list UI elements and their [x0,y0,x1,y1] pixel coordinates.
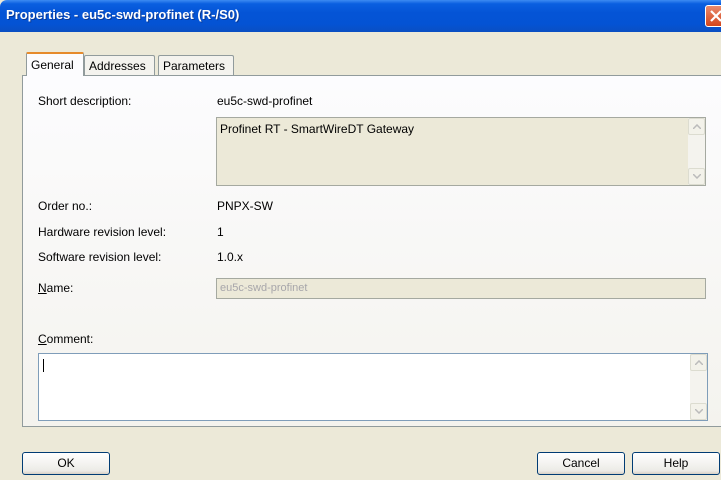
tab-label: General [31,58,74,72]
hardware-revision-value: 1 [217,225,224,239]
short-description-value: eu5c-swd-profinet [217,94,313,108]
scroll-down-button[interactable] [690,403,707,420]
hardware-revision-label: Hardware revision level: [38,225,167,239]
tab-general[interactable]: General [26,52,84,76]
ok-button[interactable]: OK [22,452,110,475]
comment-textarea[interactable] [38,353,708,421]
close-button[interactable] [705,5,721,27]
name-field[interactable]: eu5c-swd-profinet [216,278,706,299]
name-label-mnemonic: N [38,281,47,295]
tab-parameters[interactable]: Parameters [158,55,234,75]
help-button[interactable]: Help [632,452,720,475]
order-no-label: Order no.: [38,199,93,213]
scroll-down-arrow-icon [695,409,703,414]
cancel-button[interactable]: Cancel [537,452,625,475]
description-scrollbar[interactable] [688,118,705,185]
comment-label-mnemonic: C [38,332,47,346]
tab-label: Addresses [89,59,146,73]
comment-scrollbar[interactable] [690,354,707,420]
scroll-up-button[interactable] [690,354,707,371]
text-caret [43,359,44,372]
tab-label: Parameters [163,59,226,73]
name-label: Name: [38,281,73,295]
name-field-value: eu5c-swd-profinet [220,282,308,294]
close-icon [710,10,721,22]
tab-addresses[interactable]: Addresses [84,55,155,75]
scroll-down-button[interactable] [688,168,705,185]
name-label-rest: ame: [46,281,74,295]
description-textarea: Profinet RT - SmartWireDT Gateway [216,117,706,186]
order-no-value: PNPX-SW [217,199,274,213]
comment-label-rest: omment: [46,332,94,346]
software-revision-label: Software revision level: [38,250,162,264]
scroll-down-arrow-icon [693,174,701,179]
title-bar[interactable]: Properties - eu5c-swd-profinet (R-/S0) [0,0,721,32]
description-text: Profinet RT - SmartWireDT Gateway [220,122,415,136]
scroll-up-arrow-icon [695,360,703,365]
short-description-label: Short description: [38,94,132,108]
scroll-up-button[interactable] [688,118,705,135]
software-revision-value: 1.0.x [217,250,244,264]
scroll-up-arrow-icon [693,124,701,129]
comment-label: Comment: [38,332,93,346]
window-title: Properties - eu5c-swd-profinet (R-/S0) [6,7,240,22]
